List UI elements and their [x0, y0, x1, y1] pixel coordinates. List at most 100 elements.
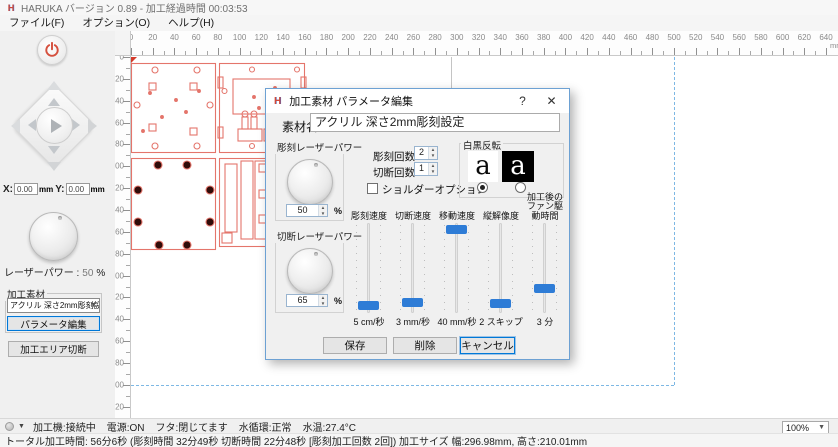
work-area-bottom-border: [131, 385, 674, 386]
cut-count-spinner[interactable]: 1 ▲▼: [414, 162, 438, 176]
dialog-help-button[interactable]: ?: [509, 90, 536, 112]
work-area-cut-button[interactable]: 加工エリア切断: [8, 341, 99, 357]
slider-value: 40 mm/秒: [437, 313, 476, 329]
slider-control[interactable]: [523, 223, 567, 313]
slider-thumb[interactable]: [402, 298, 423, 307]
y-position-field[interactable]: 0.00: [66, 183, 90, 195]
window-title: HARUKA バージョン 0.89 - 加工経過時間 00:03:53: [21, 0, 248, 15]
laser-power-value: 50: [82, 268, 93, 279]
slider-2: 移動速度 40 mm/秒: [435, 197, 479, 331]
slider-control[interactable]: [391, 223, 435, 313]
slider-thumb[interactable]: [534, 284, 555, 293]
invert-groupbox: 白黒反転 a a: [459, 143, 564, 198]
engrave-count-label: 彫刻回数: [373, 149, 415, 164]
engrave-power-spinner[interactable]: 50 ▲▼: [286, 204, 328, 217]
engrave-power-knob[interactable]: [287, 159, 333, 205]
engrave-count-spinner[interactable]: 2 ▲▼: [414, 146, 438, 160]
ruler-corner: [115, 31, 131, 56]
slider-track: [367, 223, 370, 313]
spinner-arrows-icon[interactable]: ▲▼: [428, 163, 437, 175]
laser-power-knob[interactable]: [29, 212, 78, 261]
invert-label: 白黒反転: [461, 138, 503, 152]
coordinate-readout: X: 0.00 mm Y: 0.00 mm: [3, 182, 113, 196]
engrave-power-value: 50: [287, 205, 318, 216]
x-unit: mm: [39, 185, 53, 194]
spinner-arrows-icon[interactable]: ▲▼: [318, 205, 327, 216]
jog-left-arrow-icon[interactable]: [28, 119, 36, 131]
material-select-value: アクリル 深さ2mm彫刻設定: [10, 300, 100, 311]
slider-control[interactable]: [347, 223, 391, 313]
slider-label: 移動速度: [439, 197, 475, 223]
save-button[interactable]: 保存: [323, 337, 387, 354]
slider-label: 加工後の ファン駆動時間: [523, 197, 567, 223]
slider-thumb[interactable]: [490, 299, 511, 308]
chevron-down-icon: ▼: [90, 302, 97, 309]
machine-statusbar: ▼ 加工機:接続中 電源:ON フタ:閉じてます 水循環:正常 水温:27.4°…: [0, 418, 838, 433]
delete-button[interactable]: 削除: [393, 337, 457, 354]
x-label: X:: [3, 184, 13, 195]
slider-ticks: [380, 225, 381, 311]
slider-value: 3 mm/秒: [396, 313, 430, 329]
application-window: H HARUKA バージョン 0.89 - 加工経過時間 00:03:53 ファ…: [0, 0, 838, 447]
slider-ticks: [512, 225, 513, 311]
play-icon: [51, 119, 62, 133]
spinner-arrows-icon[interactable]: ▲▼: [318, 295, 327, 306]
x-position-field[interactable]: 0.00: [14, 183, 38, 195]
slider-ticks: [444, 225, 445, 311]
slider-label: 彫刻速度: [351, 197, 387, 223]
engrave-power-unit: %: [334, 206, 342, 216]
dialog-icon: H: [274, 96, 281, 107]
start-button[interactable]: [36, 107, 73, 144]
knob-indicator: [314, 163, 318, 167]
engrave-power-groupbox: 彫刻レーザーパワー 50 ▲▼ %: [275, 145, 344, 221]
power-button[interactable]: [37, 35, 67, 65]
status-water-temp: 水温:27.4°C: [303, 419, 356, 434]
material-name-input[interactable]: アクリル 深さ2mm彫刻設定: [310, 113, 560, 132]
slider-3: 縦解像度2 スキップ: [479, 197, 523, 331]
material-select[interactable]: アクリル 深さ2mm彫刻設定 ▼: [7, 298, 100, 313]
status-dropdown-caret-icon[interactable]: ▼: [18, 423, 25, 430]
invert-radio-normal[interactable]: [477, 182, 488, 193]
cancel-button[interactable]: キャンセル: [460, 337, 515, 354]
shoulder-checkbox[interactable]: [367, 183, 378, 194]
status-led-icon: [5, 422, 14, 431]
jog-tip-right-icon: [88, 119, 97, 133]
dialog-titlebar[interactable]: H 加工素材 パラメータ編集 ? ✕: [266, 89, 569, 113]
slider-ticks: [556, 225, 557, 311]
slider-1: 切断速度3 mm/秒: [391, 197, 435, 331]
laser-power-unit: %: [96, 268, 105, 279]
power-icon: [43, 41, 61, 59]
slider-ticks: [400, 225, 401, 311]
slider-thumb[interactable]: [446, 225, 467, 234]
control-sidebar: X: 0.00 mm Y: 0.00 mm レーザーパワー :50% 加工素材 …: [0, 31, 115, 418]
engrave-power-label: 彫刻レーザーパワー: [275, 140, 364, 154]
status-water-circulation: 水循環:正常: [239, 419, 292, 434]
slider-label: 縦解像度: [483, 197, 519, 223]
slider-value: 5 cm/秒: [353, 313, 384, 329]
invert-radio-inverted[interactable]: [515, 182, 526, 193]
spinner-arrows-icon[interactable]: ▲▼: [428, 147, 437, 159]
cut-power-knob[interactable]: [287, 248, 333, 294]
parameter-edit-button[interactable]: パラメータ編集: [7, 316, 100, 331]
jog-up-arrow-icon[interactable]: [48, 98, 60, 106]
status-lid: フタ:閉じてます: [156, 419, 228, 434]
titlebar: H HARUKA バージョン 0.89 - 加工経過時間 00:03:53: [0, 0, 838, 15]
menu-help[interactable]: ヘルプ(H): [159, 15, 223, 31]
laser-power-label: レーザーパワー :: [4, 268, 79, 279]
jog-down-arrow-icon[interactable]: [48, 146, 60, 154]
jog-pad[interactable]: [11, 81, 97, 171]
dialog-close-button[interactable]: ✕: [538, 90, 565, 112]
menu-file[interactable]: ファイル(F): [0, 15, 73, 31]
y-label: Y:: [55, 184, 64, 195]
slider-control[interactable]: [435, 223, 479, 313]
jog-right-arrow-icon[interactable]: [72, 119, 80, 131]
slider-ticks: [532, 225, 533, 311]
vertical-ruler: 0204060801001201401601802002202402602803…: [115, 56, 131, 418]
slider-ticks: [424, 225, 425, 311]
slider-control[interactable]: [479, 223, 523, 313]
cut-power-spinner[interactable]: 65 ▲▼: [286, 294, 328, 307]
slider-ticks: [356, 225, 357, 311]
menu-options[interactable]: オプション(O): [73, 15, 159, 31]
parameter-dialog: H 加工素材 パラメータ編集 ? ✕ 素材名 アクリル 深さ2mm彫刻設定 彫刻…: [265, 88, 570, 360]
slider-thumb[interactable]: [358, 301, 379, 310]
